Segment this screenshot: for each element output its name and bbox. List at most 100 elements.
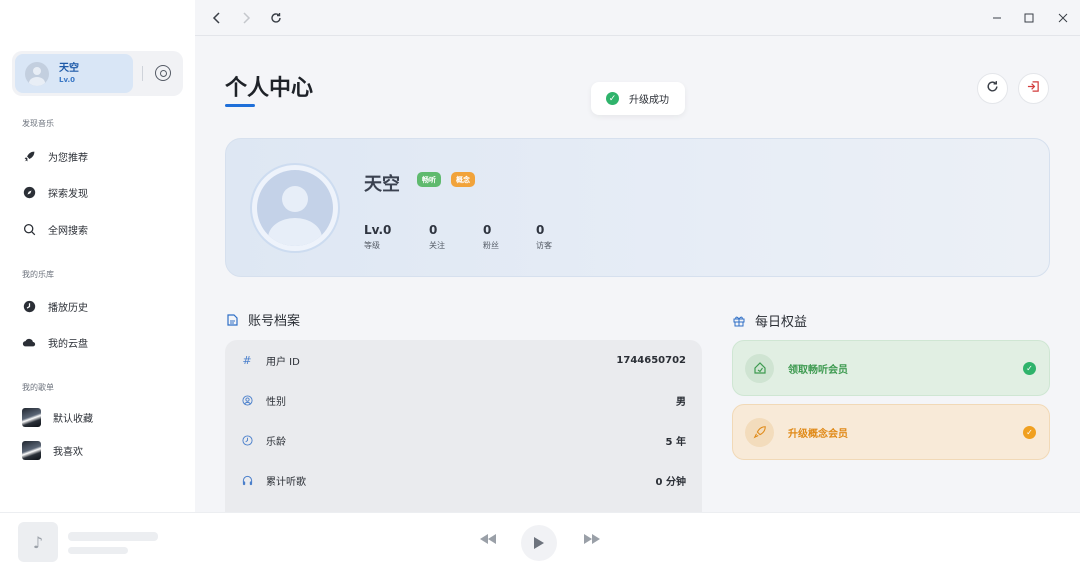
row-label: 累计听歌 xyxy=(266,476,306,488)
stat-followers[interactable]: 0 粉丝 xyxy=(483,223,499,251)
sidebar-item-liked[interactable]: 我喜欢 xyxy=(22,440,182,460)
page-title: 个人中心 xyxy=(225,76,314,101)
compass-icon xyxy=(22,185,36,199)
sidebar-item-search[interactable]: 全网搜索 xyxy=(22,219,182,239)
sidebar-item-default-favorites[interactable]: 默认收藏 xyxy=(22,407,182,427)
document-icon xyxy=(226,313,238,326)
logout-icon xyxy=(1027,80,1040,97)
stat-value: 0 xyxy=(536,223,545,237)
user-circle-icon xyxy=(241,394,253,406)
stat-visitors[interactable]: 0 访客 xyxy=(536,223,552,251)
stat-value: Lv.0 xyxy=(364,223,392,237)
divider xyxy=(142,66,143,81)
clock-icon xyxy=(22,299,36,313)
search-icon xyxy=(22,222,36,236)
chevron-left-icon[interactable] xyxy=(209,10,225,26)
account-info-table: # 用户 ID 1744650702 性别 男 乐龄 5 年 累计听歌 0 分钟 xyxy=(225,340,702,512)
clock-icon xyxy=(241,434,253,446)
home-icon xyxy=(745,353,774,383)
stat-label: 粉丝 xyxy=(483,241,499,250)
table-row: 累计听歌 0 分钟 xyxy=(225,460,702,500)
user-card: 天空 Lv.0 xyxy=(12,51,183,96)
table-row: 乐龄 5 年 xyxy=(225,420,702,460)
chevron-right-icon[interactable] xyxy=(238,10,254,26)
avatar[interactable] xyxy=(250,163,340,253)
table-row: 性别 男 xyxy=(225,380,702,420)
stat-following[interactable]: 0 关注 xyxy=(429,223,445,251)
logout-button[interactable] xyxy=(1018,73,1049,104)
benefit-label: 升级概念会员 xyxy=(788,428,848,440)
sidebar: 天空 Lv.0 发现音乐 为您推荐 探索发现 全网搜索 我的乐库 播放历史 我的… xyxy=(0,0,195,512)
sidebar-item-label: 默认收藏 xyxy=(53,413,93,425)
check-icon: ✓ xyxy=(1023,425,1036,439)
sidebar-item-label: 为您推荐 xyxy=(48,152,88,164)
maximize-icon[interactable] xyxy=(1021,10,1037,26)
section-title-playlists: 我的歌单 xyxy=(22,383,54,392)
section-title: 账号档案 xyxy=(248,314,301,329)
minimize-icon[interactable] xyxy=(989,10,1005,26)
title-underline xyxy=(225,104,255,107)
refresh-button[interactable] xyxy=(977,73,1008,104)
stat-label: 等级 xyxy=(364,241,380,250)
table-row: # 用户 ID 1744650702 xyxy=(225,340,702,380)
play-icon[interactable] xyxy=(521,525,557,561)
avatar xyxy=(25,61,49,86)
close-icon[interactable] xyxy=(1055,10,1071,26)
toast: ✓ 升级成功 xyxy=(591,82,685,115)
toast-text: 升级成功 xyxy=(629,95,669,106)
sidebar-item-recommend[interactable]: 为您推荐 xyxy=(22,146,182,166)
profile-name: 天空 xyxy=(364,174,400,195)
album-cover[interactable]: ♪ xyxy=(18,522,58,562)
row-value: 5 年 xyxy=(665,436,686,448)
user-profile-button[interactable]: 天空 Lv.0 xyxy=(15,54,133,93)
sidebar-item-history[interactable]: 播放历史 xyxy=(22,296,182,316)
benefit-label: 领取畅听会员 xyxy=(788,364,848,376)
music-note-icon: ♪ xyxy=(32,532,44,552)
benefits-section-header: 每日权益 xyxy=(733,311,807,330)
previous-icon[interactable] xyxy=(479,533,497,549)
check-icon: ✓ xyxy=(606,92,619,105)
row-label: 乐龄 xyxy=(266,436,286,448)
section-title-library: 我的乐库 xyxy=(22,270,54,279)
benefit-claim-listen-vip[interactable]: 领取畅听会员 ✓ xyxy=(732,340,1050,396)
row-label: 用户 ID xyxy=(266,356,300,368)
rocket-icon xyxy=(745,417,774,447)
check-icon: ✓ xyxy=(1023,361,1036,375)
benefit-upgrade-concept-vip[interactable]: 升级概念会员 ✓ xyxy=(732,404,1050,460)
next-icon[interactable] xyxy=(583,533,601,549)
headphones-icon xyxy=(241,474,253,486)
sidebar-item-label: 探索发现 xyxy=(48,188,88,200)
stat-value: 0 xyxy=(483,223,492,237)
user-name: 天空 xyxy=(59,62,79,74)
refresh-icon[interactable] xyxy=(268,10,284,26)
rocket-icon xyxy=(22,149,36,163)
user-level: Lv.0 xyxy=(59,75,75,84)
sidebar-item-explore[interactable]: 探索发现 xyxy=(22,182,182,202)
track-title-placeholder xyxy=(68,532,158,541)
hash-icon: # xyxy=(242,353,252,367)
stat-label: 访客 xyxy=(536,241,552,250)
playlist-cover xyxy=(22,407,41,427)
stat-value: 0 xyxy=(429,223,438,237)
stat-level: Lv.0 等级 xyxy=(364,223,391,251)
vip-badge-listen: 畅听 xyxy=(417,172,441,187)
row-value: 男 xyxy=(676,396,686,408)
sidebar-item-label: 我喜欢 xyxy=(53,446,83,458)
vip-badge-concept: 概念 xyxy=(451,172,475,187)
row-value: 0 分钟 xyxy=(655,476,686,488)
sidebar-item-label: 全网搜索 xyxy=(48,225,88,237)
profile-card: 天空 畅听 概念 Lv.0 等级 0 关注 0 粉丝 0 访客 xyxy=(225,138,1050,277)
sidebar-item-label: 播放历史 xyxy=(48,302,88,314)
sidebar-item-cloud[interactable]: 我的云盘 xyxy=(22,332,182,352)
gift-icon xyxy=(733,315,745,327)
section-title: 每日权益 xyxy=(755,315,808,330)
cloud-icon xyxy=(22,335,36,349)
track-artist-placeholder xyxy=(68,547,128,554)
player-bar: ♪ xyxy=(0,512,1080,572)
section-title-discover: 发现音乐 xyxy=(22,119,54,128)
row-label: 性别 xyxy=(266,396,286,408)
settings-icon[interactable] xyxy=(155,65,171,81)
row-value: 1744650702 xyxy=(616,354,686,366)
stat-label: 关注 xyxy=(429,241,445,250)
topbar xyxy=(195,0,1080,36)
